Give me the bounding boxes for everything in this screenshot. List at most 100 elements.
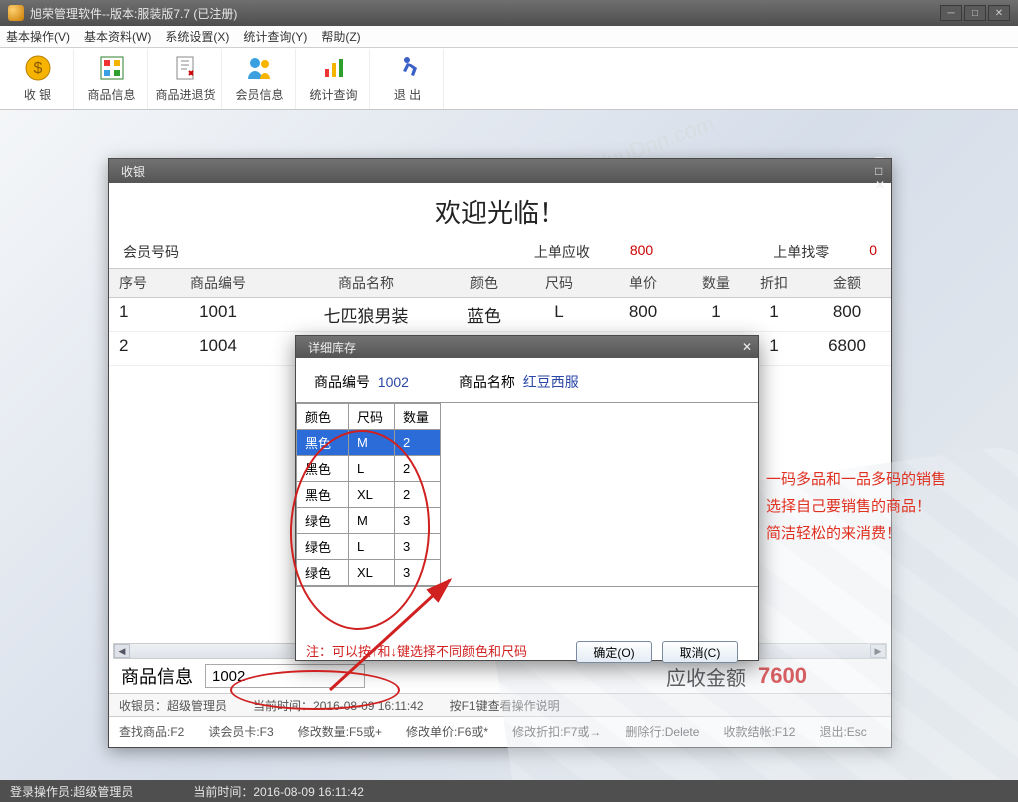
scroll-right-icon[interactable]: ▶ [870,644,886,658]
stock-row[interactable]: 绿色 M 3 [297,508,441,534]
stock-col-qty: 数量 [395,404,441,430]
stock-col-color: 颜色 [297,404,349,430]
app-window: 旭荣管理软件--版本:服装版7.7 (已注册) ─ □ ✕ 基本操作(V) 基本… [0,0,1018,802]
svg-text:$: $ [33,60,42,77]
stock-title: 详细库存 [308,339,356,356]
shortcut-find: 查找商品:F2 [119,723,184,740]
help-hint: 按F1键查看操作说明 [450,697,560,714]
grid-icon [98,54,126,82]
annotation-line1: 一码多品和一品多码的销售 [766,466,946,493]
menubar: 基本操作(V) 基本资料(W) 系统设置(X) 统计查询(Y) 帮助(Z) [0,26,1018,48]
stock-row[interactable]: 黑色 M 2 [297,430,441,456]
goods-info-input[interactable]: 1002 [205,664,365,688]
person-run-icon [394,54,422,82]
toolbar-goods-info-label: 商品信息 [87,86,135,103]
stock-row[interactable]: 黑色 XL 2 [297,482,441,508]
menu-basic-ops[interactable]: 基本操作(V) [6,28,70,45]
stock-note-text: 可以按↑和↓键选择不同颜色和尺码 [332,644,527,659]
shortcut-del: 删除行:Delete [625,723,699,740]
col-qty: 数量 [687,269,745,297]
shortcut-exit: 退出:Esc [819,723,866,740]
table-row[interactable]: 1 1001 七匹狼男装 蓝色 L 800 1 1 800 [109,298,891,332]
stock-code-value: 1002 [378,374,409,390]
shortcut-member: 读会员卡:F3 [208,723,273,740]
col-color: 颜色 [449,269,519,297]
chart-icon [320,54,348,82]
col-disc: 折扣 [745,269,803,297]
toolbar: $ 收 银 商品信息 商品进退货 会员信息 统计查询 [0,48,1018,110]
menu-stats[interactable]: 统计查询(Y) [243,28,307,45]
stock-row[interactable]: 绿色 XL 3 [297,560,441,586]
toolbar-cashier[interactable]: $ 收 银 [2,49,74,109]
cashier-close-button[interactable]: ✕ [875,178,885,192]
toolbar-exit[interactable]: 退 出 [372,49,444,109]
col-amt: 金额 [803,269,891,297]
toolbar-goods-info[interactable]: 商品信息 [76,49,148,109]
cashier-minimize-button[interactable]: ─ [875,150,885,164]
toolbar-stats[interactable]: 统计查询 [298,49,370,109]
coin-icon: $ [24,54,52,82]
last-receive-label: 上单应收 [534,242,590,262]
stock-note-prefix: 注： [306,644,332,659]
cashier-value: 超级管理员 [167,699,227,713]
col-code: 商品编号 [153,269,283,297]
shortcut-checkout: 收款结帐:F12 [723,723,795,740]
status-time-value: 2016-08-09 16:11:42 [253,785,364,799]
stock-name-label: 商品名称 [459,374,515,390]
shortcut-mod-qty: 修改数量:F5或+ [298,723,382,740]
total-value: 7600 [758,663,807,689]
invoice-icon [172,54,200,82]
footer-shortcut-row: 查找商品:F2 读会员卡:F3 修改数量:F5或+ 修改单价:F6或* 修改折扣… [109,721,891,741]
toolbar-member-info[interactable]: 会员信息 [224,49,296,109]
stock-row[interactable]: 黑色 L 2 [297,456,441,482]
shortcut-mod-disc: 修改折扣:F7或→ [512,723,601,740]
stock-modal: 详细库存 ✕ 商品编号 1002 商品名称 红豆西服 颜色 尺码 数量 [295,335,759,661]
menu-help[interactable]: 帮助(Z) [321,28,360,45]
toolbar-goods-return-label: 商品进退货 [155,86,215,103]
maximize-button[interactable]: □ [964,5,986,21]
status-operator-label: 登录操作员: [10,785,73,799]
annotation-text: 一码多品和一品多码的销售 选择自己要销售的商品！ 简洁轻松的来消费！ [766,466,946,547]
app-icon [8,5,24,21]
stock-name-value: 红豆西服 [523,374,579,390]
stock-table: 颜色 尺码 数量 黑色 M 2 黑色 L 2 黑色 XL 2 [296,402,758,587]
users-icon [246,54,274,82]
member-label: 会员号码 [123,242,179,262]
stock-row[interactable]: 绿色 L 3 [297,534,441,560]
ok-button[interactable]: 确定(O) [576,641,652,663]
col-size: 尺码 [519,269,599,297]
stock-titlebar: 详细库存 ✕ [296,336,758,358]
minimize-button[interactable]: ─ [940,5,962,21]
current-time-value: 2016-08-09 16:11:42 [313,699,424,713]
cancel-button[interactable]: 取消(C) [662,641,738,663]
status-operator-value: 超级管理员 [73,785,133,799]
close-button[interactable]: ✕ [988,5,1010,21]
toolbar-stats-label: 统计查询 [309,86,357,103]
col-seq: 序号 [109,269,153,297]
current-time-label: 当前时间： [253,699,313,713]
stock-footer: 注：可以按↑和↓键选择不同颜色和尺码 确定(O) 取消(C) [296,635,758,666]
stock-close-button[interactable]: ✕ [742,340,752,354]
cashier-label: 收银员： [119,699,167,713]
menu-basic-data[interactable]: 基本资料(W) [84,28,151,45]
footer-status-row: 收银员：超级管理员 当前时间：2016-08-09 16:11:42 按F1键查… [109,693,891,717]
menu-settings[interactable]: 系统设置(X) [165,28,229,45]
scroll-left-icon[interactable]: ◀ [114,644,130,658]
annotation-line2: 选择自己要销售的商品！ [766,493,946,520]
last-change-label: 上单找零 [773,242,829,262]
status-time-label: 当前时间： [193,785,253,799]
cashier-title: 收银 [121,163,145,180]
toolbar-goods-return[interactable]: 商品进退货 [150,49,222,109]
annotation-line3: 简洁轻松的来消费！ [766,520,946,547]
last-receive-value: 800 [630,242,653,262]
stock-col-size: 尺码 [349,404,395,430]
col-price: 单价 [599,269,687,297]
welcome-text: 欢迎光临！ [109,183,891,240]
titlebar: 旭荣管理软件--版本:服装版7.7 (已注册) ─ □ ✕ [0,0,1018,26]
cashier-maximize-button[interactable]: □ [875,164,885,178]
shortcut-mod-price: 修改单价:F6或* [406,723,488,740]
toolbar-cashier-label: 收 银 [24,86,51,103]
toolbar-exit-label: 退 出 [394,86,421,103]
cashier-titlebar: 收银 ─ □ ✕ [109,159,891,183]
statusbar: 登录操作员:超级管理员 当前时间：2016-08-09 16:11:42 [0,780,1018,802]
